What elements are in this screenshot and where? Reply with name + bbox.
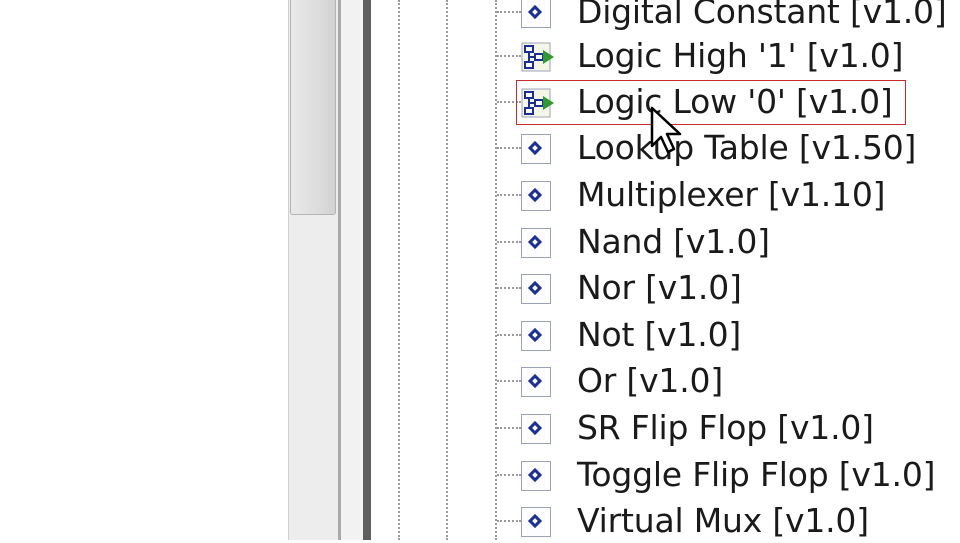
tree-connector <box>497 287 521 289</box>
tree-connector <box>497 474 521 476</box>
tree-guide-line <box>398 0 400 540</box>
block-icon <box>521 134 551 164</box>
tree-item-or[interactable]: Or [v1.0] <box>495 359 960 403</box>
block-icon <box>521 507 551 537</box>
tree-connector <box>497 194 521 196</box>
tree-connector <box>497 55 521 57</box>
tree-item-label: Not [v1.0] <box>577 315 742 354</box>
tree-item-label: Digital Constant [v1.0] <box>577 0 947 31</box>
splitter-handle[interactable] <box>363 0 371 540</box>
pane-divider-gap <box>341 0 363 540</box>
tree-item-label: Or [v1.0] <box>577 361 723 400</box>
tree-item-not[interactable]: Not [v1.0] <box>495 313 960 357</box>
vertical-scrollbar-thumb[interactable] <box>290 0 336 215</box>
tree-item-digital-constant[interactable]: Digital Constant [v1.0] <box>495 0 960 34</box>
tree-connector <box>497 241 521 243</box>
block-icon <box>521 181 551 211</box>
tree-item-toggle-flip-flop[interactable]: Toggle Flip Flop [v1.0] <box>495 453 960 497</box>
tree-item-lookup-table[interactable]: Lookup Table [v1.50] <box>495 126 960 170</box>
tree-item-nor[interactable]: Nor [v1.0] <box>495 266 960 310</box>
block-icon <box>521 228 551 258</box>
tree-item-label: Nor [v1.0] <box>577 268 742 307</box>
left-panel <box>0 0 288 540</box>
block-icon <box>521 414 551 444</box>
tree-item-label: Virtual Mux [v1.0] <box>577 501 869 540</box>
tree-connector <box>497 147 521 149</box>
block-icon <box>521 367 551 397</box>
tree-item-nand[interactable]: Nand [v1.0] <box>495 220 960 264</box>
mouse-pointer-icon <box>650 106 684 160</box>
tree-item-label: Logic High '1' [v1.0] <box>577 36 904 75</box>
tree-item-label: Nand [v1.0] <box>577 222 770 261</box>
tree-item-label: SR Flip Flop [v1.0] <box>577 408 874 447</box>
tree-guide-line <box>446 0 448 540</box>
tree-connector <box>497 520 521 522</box>
block-icon <box>521 0 551 28</box>
block-icon <box>521 461 551 491</box>
tree-item-label: Toggle Flip Flop [v1.0] <box>577 455 936 494</box>
tree-item-label: Multiplexer [v1.10] <box>577 175 886 214</box>
tree-connector <box>497 11 521 13</box>
tree-connector <box>497 380 521 382</box>
tree-item-multiplexer[interactable]: Multiplexer [v1.10] <box>495 173 960 217</box>
tree-connector <box>497 427 521 429</box>
tree-connector <box>497 334 521 336</box>
tree-item-label: Lookup Table [v1.50] <box>577 128 917 167</box>
flow-block-icon <box>521 42 554 72</box>
selection-highlight <box>516 80 906 125</box>
block-icon <box>521 274 551 304</box>
tree-item-sr-flip-flop[interactable]: SR Flip Flop [v1.0] <box>495 406 960 450</box>
tree-item-virtual-mux[interactable]: Virtual Mux [v1.0] <box>495 499 960 543</box>
tree-item-logic-high[interactable]: Logic High '1' [v1.0] <box>495 34 960 78</box>
block-icon <box>521 321 551 351</box>
